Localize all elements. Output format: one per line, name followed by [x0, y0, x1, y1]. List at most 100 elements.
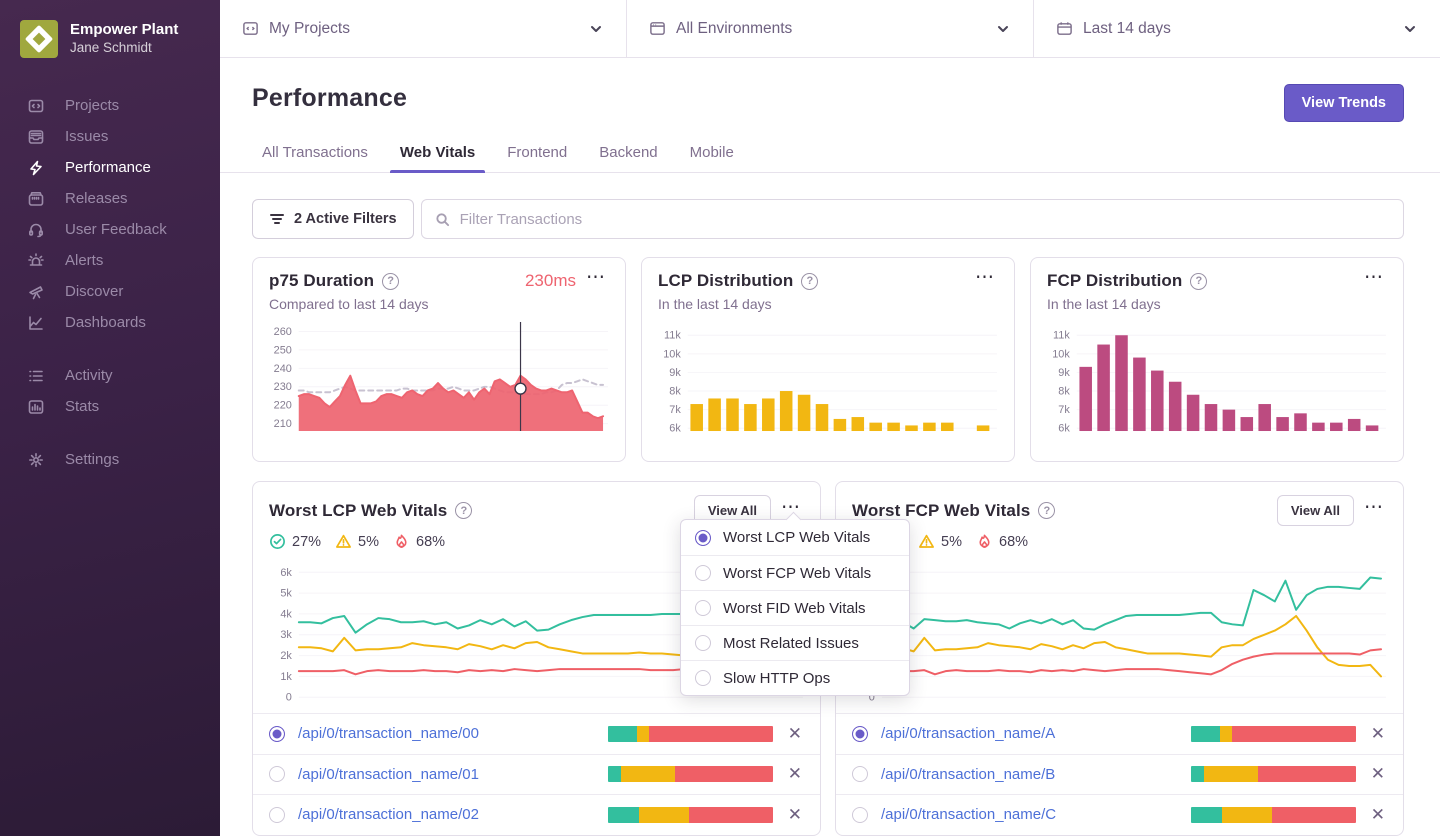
- menu-item-worst-fcp-web-vitals[interactable]: Worst FCP Web Vitals: [681, 555, 909, 590]
- close-icon[interactable]: ✕: [786, 724, 804, 744]
- tab-frontend[interactable]: Frontend: [507, 144, 567, 172]
- svg-text:9k: 9k: [669, 367, 681, 379]
- card-title: Worst FCP Web Vitals: [852, 501, 1030, 521]
- svg-text:240: 240: [274, 363, 292, 375]
- transaction-search-input[interactable]: [460, 211, 1390, 228]
- global-filter-bar: My Projects All Environments Last 14 day…: [220, 0, 1440, 58]
- more-options-button[interactable]: ⋯: [584, 273, 609, 289]
- stat-fire: 68%: [976, 533, 1028, 550]
- transaction-radio[interactable]: [852, 766, 868, 782]
- date-range-picker[interactable]: Last 14 days: [1033, 0, 1440, 57]
- help-icon[interactable]: ?: [455, 502, 472, 519]
- close-icon[interactable]: ✕: [1369, 764, 1387, 784]
- sidebar-item-alerts[interactable]: Alerts: [0, 245, 220, 276]
- svg-text:8k: 8k: [669, 386, 681, 398]
- view-trends-button[interactable]: View Trends: [1284, 84, 1404, 122]
- p75-duration-card: p75 Duration ? 230ms ⋯ Compared to last …: [252, 257, 626, 462]
- lcp-distribution-card: LCP Distribution ? ⋯ In the last 14 days…: [641, 257, 1015, 462]
- svg-text:9k: 9k: [1058, 367, 1070, 379]
- transaction-list: /api/0/transaction_name/A✕/api/0/transac…: [836, 713, 1403, 835]
- sidebar-item-projects[interactable]: Projects: [0, 90, 220, 121]
- card-subtitle: Compared to last 14 days: [269, 296, 609, 312]
- svg-text:7k: 7k: [669, 404, 681, 416]
- svg-text:210: 210: [274, 418, 292, 430]
- sidebar-item-label: Dashboards: [65, 314, 146, 331]
- transaction-radio[interactable]: [852, 726, 868, 742]
- transaction-link[interactable]: /api/0/transaction_name/00: [298, 725, 595, 742]
- vitals-distribution-bar: [1191, 726, 1356, 742]
- vital-bar-segment: [1191, 766, 1204, 782]
- svg-text:7k: 7k: [1058, 404, 1070, 416]
- close-icon[interactable]: ✕: [786, 764, 804, 784]
- transaction-radio[interactable]: [852, 807, 868, 823]
- table-row: /api/0/transaction_name/B ✕: [836, 754, 1403, 795]
- transaction-radio[interactable]: [269, 726, 285, 742]
- svg-text:11k: 11k: [1053, 330, 1070, 342]
- svg-text:10k: 10k: [663, 348, 681, 360]
- table-row: /api/0/transaction_name/C ✕: [836, 794, 1403, 835]
- svg-text:8k: 8k: [1058, 386, 1070, 398]
- active-filters-button[interactable]: 2 Active Filters: [252, 199, 414, 239]
- transaction-link[interactable]: /api/0/transaction_name/A: [881, 725, 1178, 742]
- sidebar-item-releases[interactable]: Releases: [0, 183, 220, 214]
- menu-radio[interactable]: [695, 565, 711, 581]
- nav-group: Settings: [0, 444, 220, 475]
- tab-backend[interactable]: Backend: [599, 144, 657, 172]
- vitals-stats: 27%5%68%: [852, 533, 1387, 550]
- fcp-distribution-card: FCP Distribution ? ⋯ In the last 14 days…: [1030, 257, 1404, 462]
- environment-picker[interactable]: All Environments: [626, 0, 1033, 57]
- help-icon[interactable]: ?: [801, 273, 818, 290]
- close-icon[interactable]: ✕: [1369, 724, 1387, 744]
- more-options-button[interactable]: ⋯: [973, 273, 998, 289]
- menu-radio[interactable]: [695, 530, 711, 546]
- tab-mobile[interactable]: Mobile: [690, 144, 734, 172]
- menu-item-most-related-issues[interactable]: Most Related Issues: [681, 625, 909, 660]
- stat-value: 5%: [941, 534, 962, 550]
- sidebar-item-activity[interactable]: Activity: [0, 360, 220, 391]
- sidebar-item-discover[interactable]: Discover: [0, 276, 220, 307]
- transaction-list: /api/0/transaction_name/00 ✕ /api/0/transa…: [253, 713, 820, 835]
- menu-item-worst-lcp-web-vitals[interactable]: Worst LCP Web Vitals: [681, 520, 909, 555]
- close-icon[interactable]: ✕: [1369, 805, 1387, 825]
- sidebar-item-dashboards[interactable]: Dashboards: [0, 307, 220, 338]
- lcp-distribution-chart: 11k10k9k8k7k6k: [658, 320, 998, 443]
- sidebar-item-user-feedback[interactable]: User Feedback: [0, 214, 220, 245]
- menu-radio[interactable]: [695, 635, 711, 651]
- vital-bar-segment: [649, 726, 773, 742]
- transaction-search[interactable]: [421, 199, 1404, 239]
- gear-icon: [26, 450, 45, 469]
- projects-icon: [242, 20, 259, 37]
- vital-bar-segment: [1258, 766, 1355, 782]
- project-picker[interactable]: My Projects: [220, 0, 626, 57]
- transaction-link[interactable]: /api/0/transaction_name/01: [298, 766, 595, 783]
- search-icon: [435, 212, 450, 227]
- menu-radio[interactable]: [695, 670, 711, 686]
- menu-item-slow-http-ops[interactable]: Slow HTTP Ops: [681, 660, 909, 695]
- vital-bar-segment: [1220, 726, 1232, 742]
- sidebar: Empower Plant Jane Schmidt ProjectsIssue…: [0, 0, 220, 836]
- help-icon[interactable]: ?: [1190, 273, 1207, 290]
- transaction-link[interactable]: /api/0/transaction_name/B: [881, 766, 1178, 783]
- sidebar-item-issues[interactable]: Issues: [0, 121, 220, 152]
- tab-web-vitals[interactable]: Web Vitals: [400, 144, 475, 172]
- help-icon[interactable]: ?: [382, 273, 399, 290]
- sidebar-item-label: Performance: [65, 159, 151, 176]
- more-options-button[interactable]: ⋯: [1362, 503, 1387, 519]
- transaction-radio[interactable]: [269, 766, 285, 782]
- stat-value: 68%: [999, 534, 1028, 550]
- menu-item-worst-fid-web-vitals[interactable]: Worst FID Web Vitals: [681, 590, 909, 625]
- transaction-radio[interactable]: [269, 807, 285, 823]
- transaction-link[interactable]: /api/0/transaction_name/C: [881, 806, 1178, 823]
- more-options-button[interactable]: ⋯: [1362, 273, 1387, 289]
- siren-icon: [26, 251, 45, 270]
- sidebar-item-settings[interactable]: Settings: [0, 444, 220, 475]
- menu-radio[interactable]: [695, 600, 711, 616]
- tab-all-transactions[interactable]: All Transactions: [262, 144, 368, 172]
- view-all-button[interactable]: View All: [1277, 495, 1354, 526]
- sidebar-item-performance[interactable]: Performance: [0, 152, 220, 183]
- org-switcher[interactable]: Empower Plant Jane Schmidt: [0, 0, 220, 68]
- transaction-link[interactable]: /api/0/transaction_name/02: [298, 806, 595, 823]
- help-icon[interactable]: ?: [1038, 502, 1055, 519]
- close-icon[interactable]: ✕: [786, 805, 804, 825]
- sidebar-item-stats[interactable]: Stats: [0, 391, 220, 422]
